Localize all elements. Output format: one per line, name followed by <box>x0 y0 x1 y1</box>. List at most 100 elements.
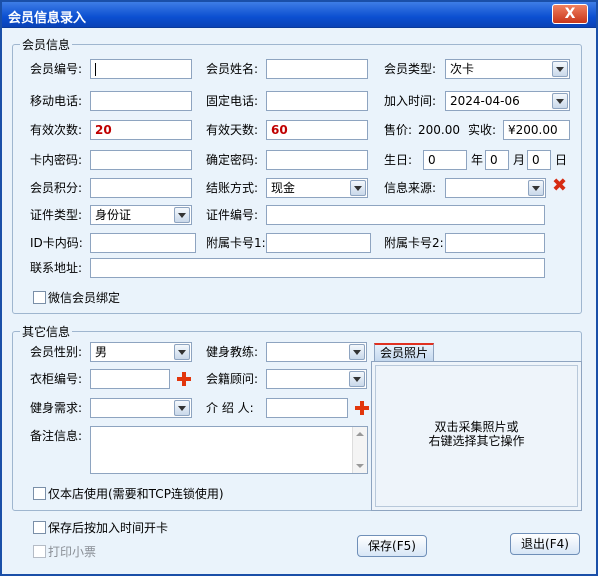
address-label: 联系地址: <box>30 261 83 275</box>
member-photo-box[interactable]: 双击采集照片或 右键选择其它操作 <box>371 361 582 511</box>
gender-select[interactable]: 男 <box>90 342 192 362</box>
gender-label: 会员性别: <box>30 345 83 359</box>
birth-month-input[interactable]: 0 <box>485 150 509 170</box>
paid-input[interactable]: ¥200.00 <box>503 120 570 140</box>
source-label: 信息来源: <box>384 181 437 195</box>
sub-card1-label: 附属卡号1: <box>206 236 266 250</box>
confirm-pwd-label: 确定密码: <box>206 153 259 167</box>
tab-member-photo[interactable]: 会员照片 <box>374 343 435 361</box>
phone-input[interactable] <box>266 91 368 111</box>
chevron-down-icon[interactable] <box>174 344 190 360</box>
chevron-down-icon[interactable] <box>349 344 365 360</box>
valid-days-label: 有效天数: <box>206 123 259 137</box>
id-type-value: 身份证 <box>95 208 132 222</box>
local-only-checkbox[interactable] <box>33 487 46 500</box>
scroll-up-icon[interactable] <box>356 432 364 436</box>
card-pwd-label: 卡内密码: <box>30 153 83 167</box>
referrer-input[interactable] <box>266 398 348 418</box>
id-no-label: 证件编号: <box>206 208 259 222</box>
valid-count-input[interactable]: 20 <box>90 120 192 140</box>
chevron-down-icon[interactable] <box>350 180 366 196</box>
id-type-select[interactable]: 身份证 <box>90 205 192 225</box>
chevron-down-icon[interactable] <box>552 61 568 77</box>
name-label: 会员姓名: <box>206 62 259 76</box>
type-label: 会员类型: <box>384 62 437 76</box>
delete-icon[interactable]: ✖ <box>552 177 567 195</box>
add-referrer-icon[interactable] <box>355 401 369 415</box>
day-label: 日 <box>555 153 568 167</box>
local-only-label: 仅本店使用(需要和TCP连锁使用) <box>48 487 224 501</box>
member-type-value: 次卡 <box>450 62 475 76</box>
coach-label: 健身教练: <box>206 345 259 359</box>
advisor-label: 会籍顾问: <box>206 372 259 386</box>
sub-card1-input[interactable] <box>266 233 371 253</box>
photo-hint-line1: 双击采集照片或 <box>434 420 519 434</box>
id-card-label: ID卡内码: <box>30 236 83 250</box>
mobile-input[interactable] <box>90 91 192 111</box>
address-input[interactable] <box>90 258 545 278</box>
id-card-input[interactable] <box>90 233 196 253</box>
member-no-label: 会员编号: <box>30 62 83 76</box>
print-receipt-checkbox[interactable] <box>33 545 46 558</box>
points-label: 会员积分: <box>30 181 83 195</box>
other-info-legend: 其它信息 <box>20 323 73 340</box>
advisor-select[interactable] <box>266 369 367 389</box>
settle-label: 结账方式: <box>206 181 259 195</box>
exit-button[interactable]: 退出(F4) <box>510 533 580 555</box>
photo-hint-line2: 右键选择其它操作 <box>428 434 525 448</box>
referrer-label: 介 绍 人: <box>206 401 254 415</box>
join-time-picker[interactable]: 2024-04-06 <box>445 91 570 111</box>
wechat-bind-checkbox[interactable] <box>33 291 46 304</box>
photo-hint: 双击采集照片或 右键选择其它操作 <box>372 420 581 448</box>
name-input[interactable] <box>266 59 368 79</box>
chevron-down-icon[interactable] <box>552 93 568 109</box>
chevron-down-icon[interactable] <box>174 207 190 223</box>
save-open-label: 保存后按加入时间开卡 <box>48 521 169 535</box>
wechat-bind-label: 微信会员绑定 <box>48 291 121 305</box>
valid-days-input[interactable]: 60 <box>266 120 368 140</box>
confirm-pwd-input[interactable] <box>266 150 368 170</box>
needs-label: 健身需求: <box>30 401 83 415</box>
price-label: 售价: <box>384 123 413 137</box>
card-pwd-input[interactable] <box>90 150 192 170</box>
locker-label: 衣柜编号: <box>30 372 83 386</box>
birthday-label: 生日: <box>384 153 413 167</box>
chevron-down-icon[interactable] <box>349 371 365 387</box>
remark-scrollbar[interactable] <box>352 427 367 473</box>
chevron-down-icon[interactable] <box>528 180 544 196</box>
source-select[interactable] <box>445 178 546 198</box>
remark-textarea[interactable] <box>90 426 368 474</box>
id-type-label: 证件类型: <box>30 208 83 222</box>
gender-value: 男 <box>95 345 108 359</box>
coach-select[interactable] <box>266 342 367 362</box>
settle-value: 现金 <box>271 181 296 195</box>
add-locker-icon[interactable] <box>177 372 191 386</box>
needs-select[interactable] <box>90 398 192 418</box>
sub-card2-input[interactable] <box>445 233 545 253</box>
birth-year-input[interactable]: 0 <box>423 150 467 170</box>
valid-count-label: 有效次数: <box>30 123 83 137</box>
id-no-input[interactable] <box>266 205 545 225</box>
settle-select[interactable]: 现金 <box>266 178 368 198</box>
points-input[interactable] <box>90 178 192 198</box>
join-time-value: 2024-04-06 <box>450 94 520 108</box>
paid-label: 实收: <box>468 123 497 137</box>
phone-label: 固定电话: <box>206 94 259 108</box>
save-button[interactable]: 保存(F5) <box>357 535 427 557</box>
join-time-label: 加入时间: <box>384 94 437 108</box>
close-button[interactable]: X <box>552 4 588 24</box>
member-info-legend: 会员信息 <box>20 36 73 53</box>
chevron-down-icon[interactable] <box>174 400 190 416</box>
month-label: 月 <box>513 153 526 167</box>
locker-input[interactable] <box>90 369 170 389</box>
birth-day-input[interactable]: 0 <box>527 150 551 170</box>
save-open-checkbox[interactable] <box>33 521 46 534</box>
mobile-label: 移动电话: <box>30 94 83 108</box>
price-value: 200.00 <box>418 123 460 137</box>
print-receipt-label: 打印小票 <box>48 545 97 559</box>
remark-label: 备注信息: <box>30 429 83 443</box>
scroll-down-icon[interactable] <box>356 464 364 468</box>
member-entry-window: 会员信息录入 X 会员信息 会员编号: 会员姓名: 会员类型: 次卡 移动电话:… <box>0 0 598 576</box>
member-type-select[interactable]: 次卡 <box>445 59 570 79</box>
member-no-input[interactable] <box>90 59 192 79</box>
